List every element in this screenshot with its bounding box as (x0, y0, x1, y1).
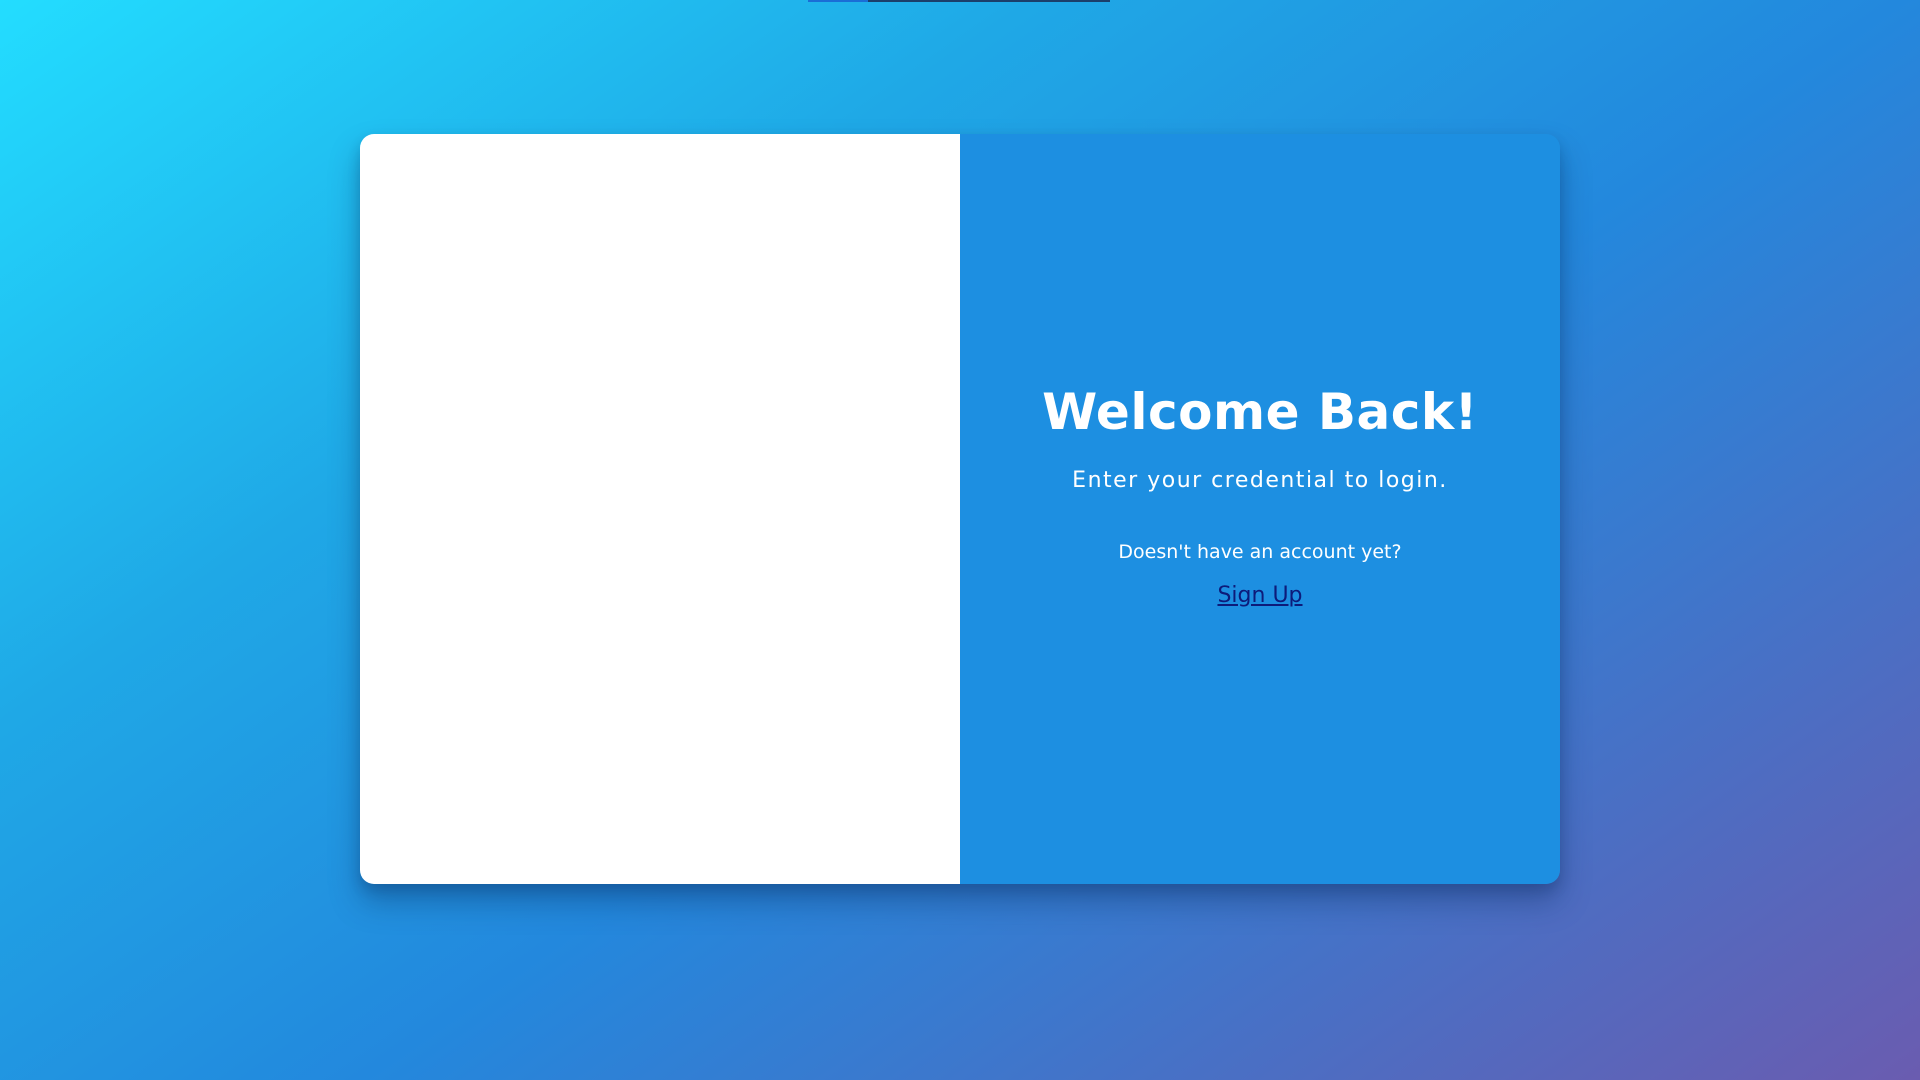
auth-card: Welcome Back! Enter your credential to l… (360, 134, 1560, 884)
login-form-panel (360, 134, 960, 884)
welcome-title: Welcome Back! (1042, 383, 1478, 441)
signup-link[interactable]: Sign Up (1217, 583, 1302, 608)
no-account-text: Doesn't have an account yet? (1118, 541, 1402, 563)
top-progress-strip (808, 0, 1110, 2)
top-strip-accent (808, 0, 868, 2)
welcome-panel: Welcome Back! Enter your credential to l… (960, 134, 1560, 884)
welcome-subtitle: Enter your credential to login. (1072, 468, 1448, 493)
top-strip-track (868, 0, 1110, 2)
